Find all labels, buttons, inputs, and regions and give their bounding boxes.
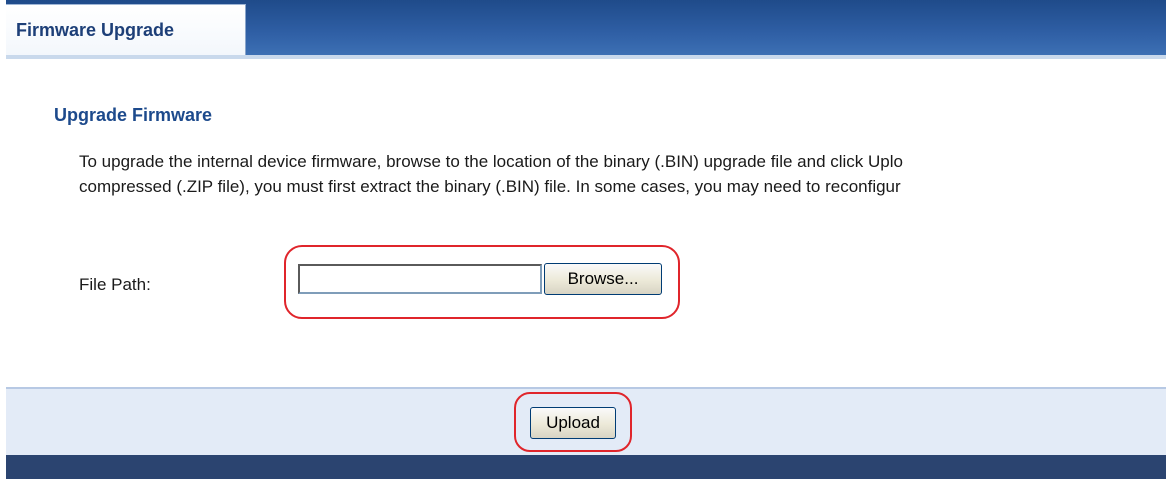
tab-label: Firmware Upgrade: [16, 20, 175, 40]
upload-button[interactable]: Upload: [530, 407, 616, 439]
tab-firmware-upgrade[interactable]: Firmware Upgrade: [6, 4, 246, 55]
description-text: To upgrade the internal device firmware,…: [79, 149, 1166, 199]
description-line-2: compressed (.ZIP file), you must first e…: [79, 177, 901, 196]
description-line-1: To upgrade the internal device firmware,…: [79, 152, 903, 171]
file-path-label: File Path:: [79, 275, 151, 294]
footer-bar: [6, 455, 1166, 479]
tab-bar: Firmware Upgrade: [6, 0, 1166, 55]
main-content: Upgrade Firmware To upgrade the internal…: [6, 59, 1166, 387]
firmware-upgrade-window: Firmware Upgrade Upgrade Firmware To upg…: [6, 0, 1166, 479]
browse-button[interactable]: Browse...: [544, 263, 662, 295]
section-title: Upgrade Firmware: [54, 105, 213, 125]
file-path-input[interactable]: [298, 264, 542, 294]
